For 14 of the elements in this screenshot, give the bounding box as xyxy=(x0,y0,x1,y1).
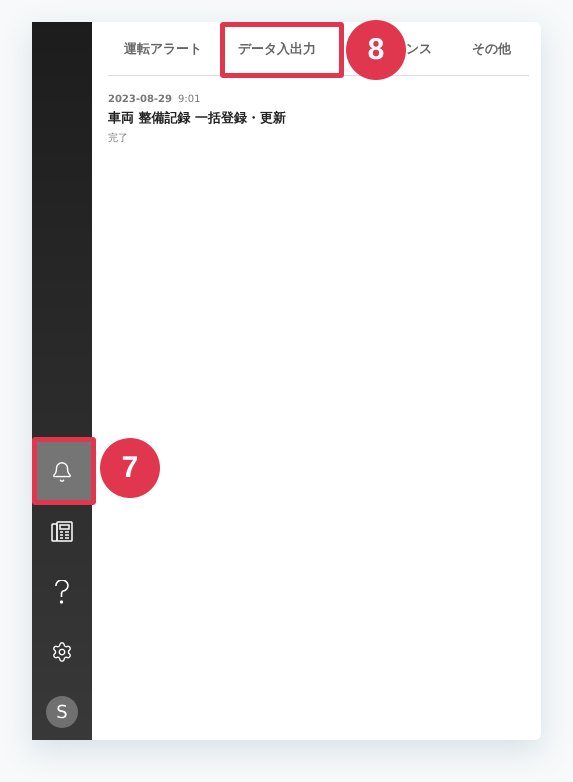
notification-status: 完了 xyxy=(108,132,129,145)
notification-title: 車両 整備記録 一括登録・更新 xyxy=(108,110,288,127)
fax-icon xyxy=(50,520,74,544)
user-avatar[interactable]: S xyxy=(46,696,78,728)
tab[interactable]: その他 xyxy=(472,40,511,58)
help-icon xyxy=(55,580,69,604)
bell-icon xyxy=(51,461,73,483)
settings-icon xyxy=(51,641,73,663)
notification-date: 2023-08-29 xyxy=(108,94,172,105)
notification-time: 9:01 xyxy=(178,94,200,105)
highlight-frame xyxy=(32,437,96,505)
tab[interactable]: 運転アラート xyxy=(124,40,202,58)
tab[interactable]: ンス xyxy=(406,40,432,58)
tab[interactable]: データ入出力 xyxy=(238,40,316,58)
